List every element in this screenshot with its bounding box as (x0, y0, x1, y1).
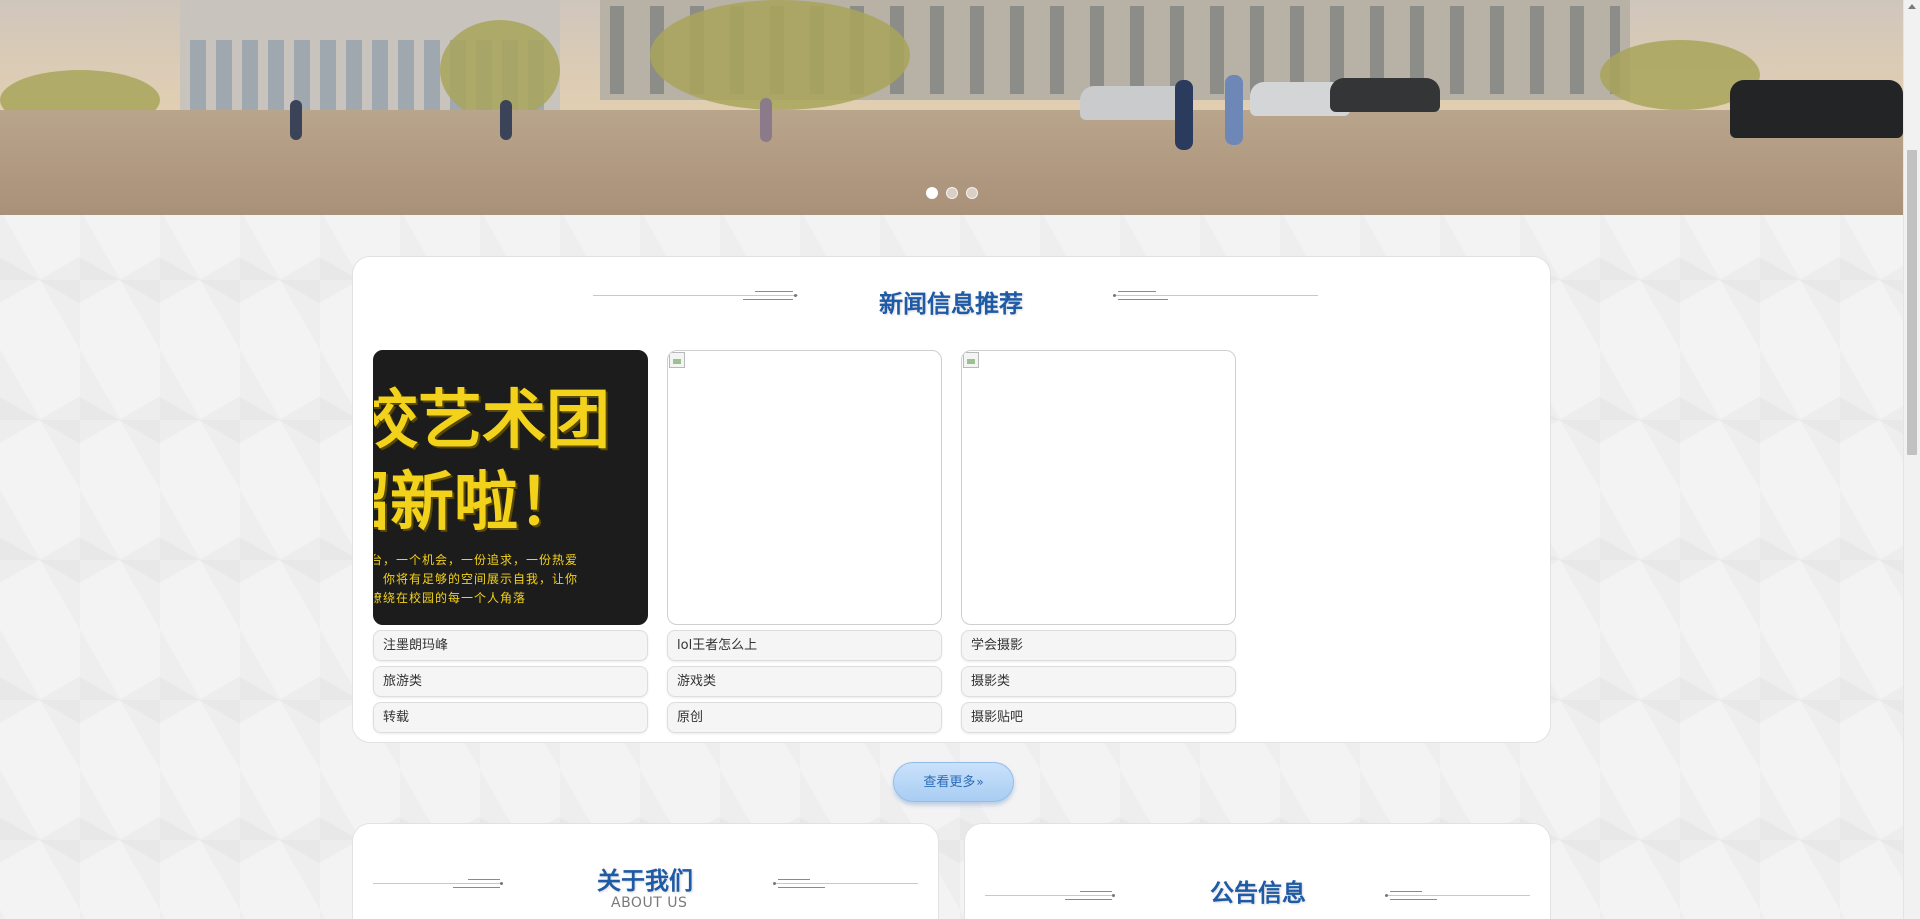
news-item[interactable]: lol王者怎么上 游戏类 原创 (667, 350, 942, 733)
news-source: 摄影贴吧 (961, 702, 1236, 733)
banner-car (1080, 86, 1190, 120)
about-section-subtitle: ABOUT US (611, 895, 688, 911)
news-section-title: 新闻信息推荐 (879, 290, 1023, 318)
title-decoration-right (1113, 291, 1318, 301)
banner-person (1175, 80, 1193, 150)
news-title[interactable]: 学会摄影 (961, 630, 1236, 661)
news-item[interactable]: 学会摄影 摄影类 摄影贴吧 (961, 350, 1236, 733)
carousel-dot-3[interactable] (966, 187, 978, 199)
news-category: 摄影类 (961, 666, 1236, 697)
banner-car (1730, 80, 1903, 138)
title-decoration-right (773, 879, 918, 889)
title-decoration-right (1385, 891, 1530, 901)
news-title[interactable]: 注墨朗玛峰 (373, 630, 648, 661)
notice-section-card: 公告信息 (964, 823, 1551, 919)
title-decoration-left (373, 879, 503, 889)
about-section-title: 关于我们 (597, 867, 693, 895)
poster-text: ，你将有足够的空间展示自我，让你 (373, 572, 579, 586)
banner-person (1225, 75, 1243, 145)
news-category: 游戏类 (667, 666, 942, 697)
about-section-card: 关于我们 ABOUT US (352, 823, 939, 919)
banner-person (290, 100, 302, 140)
news-source: 转载 (373, 702, 648, 733)
hero-banner[interactable] (0, 0, 1903, 215)
view-more-button[interactable]: 查看更多» (893, 762, 1014, 802)
broken-image-icon (963, 352, 979, 368)
carousel-indicators (926, 187, 978, 199)
double-chevron-right-icon: » (976, 775, 984, 789)
poster-headline: 校艺术团 (373, 384, 610, 458)
banner-person (500, 100, 512, 140)
poster-text: 台，一个机会，一份追求，一份热爱 (373, 553, 579, 567)
news-source: 原创 (667, 702, 942, 733)
banner-car (1330, 78, 1440, 112)
carousel-dot-1[interactable] (926, 187, 938, 199)
news-item[interactable]: 校艺术团 招新啦！ 台，一个机会，一份追求，一份热爱 ，你将有足够的空间展示自我… (373, 350, 648, 733)
banner-person (760, 98, 772, 142)
news-image[interactable]: 校艺术团 招新啦！ 台，一个机会，一份追求，一份热爱 ，你将有足够的空间展示自我… (373, 350, 648, 625)
view-more-label: 查看更多 (923, 775, 976, 790)
banner-tree (650, 0, 910, 110)
news-image[interactable] (961, 350, 1236, 625)
news-image[interactable] (667, 350, 942, 625)
title-decoration-left (593, 291, 798, 301)
carousel-dot-2[interactable] (946, 187, 958, 199)
news-section-card: 新闻信息推荐 校艺术团 招新啦！ 台，一个机会，一份追求，一份热爱 ，你将有足够… (352, 256, 1551, 743)
broken-image-icon (669, 352, 685, 368)
vertical-scrollbar[interactable] (1903, 0, 1920, 919)
scroll-up-arrow-icon[interactable] (1908, 4, 1916, 9)
news-category: 旅游类 (373, 666, 648, 697)
poster-headline: 招新啦！ (374, 466, 582, 540)
notice-section-title: 公告信息 (1210, 879, 1306, 907)
banner-plaza (0, 110, 1903, 215)
scrollbar-thumb[interactable] (1907, 150, 1917, 455)
news-title[interactable]: lol王者怎么上 (667, 630, 942, 661)
title-decoration-left (985, 891, 1115, 901)
poster-text: 缭绕在校园的每一个人角落 (373, 591, 527, 605)
